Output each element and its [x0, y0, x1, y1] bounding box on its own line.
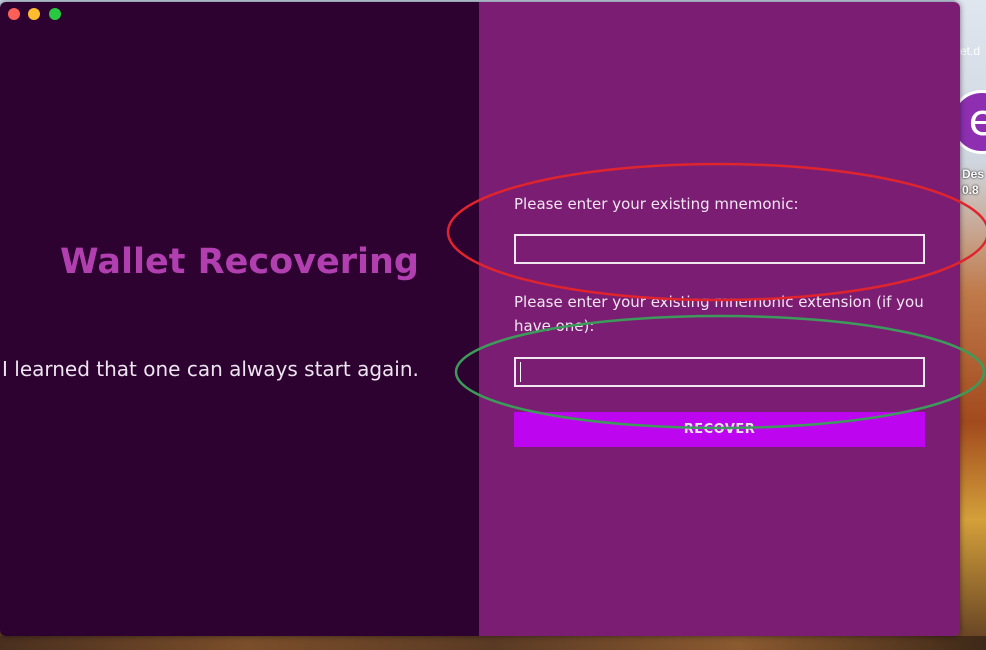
maximize-window-button[interactable] — [49, 8, 61, 20]
tagline-quote: I learned that one can always start agai… — [2, 357, 419, 381]
recover-button[interactable]: RECOVER — [514, 412, 925, 447]
desktop-icon-label: Des 0.8 — [962, 166, 984, 198]
mnemonic-label: Please enter your existing mnemonic: — [514, 195, 799, 213]
text-caret — [520, 362, 521, 382]
close-window-button[interactable] — [8, 8, 20, 20]
page-title: Wallet Recovering — [60, 242, 419, 282]
desktop-icon-label-line1: Des — [962, 167, 985, 181]
left-pane: Wallet Recovering I learned that one can… — [0, 2, 479, 636]
mnemonic-input[interactable] — [514, 234, 925, 264]
desktop-file-caption: et.d — [960, 44, 981, 58]
app-logo-glyph: e — [968, 95, 986, 146]
mnemonic-extension-input[interactable] — [514, 357, 925, 387]
desktop-icon-label-line2: 0.8 — [962, 183, 979, 197]
mnemonic-extension-label: Please enter your existing mnemonic exte… — [514, 293, 924, 335]
desktop-wallpaper-bottom — [0, 636, 986, 650]
minimize-window-button[interactable] — [28, 8, 40, 20]
